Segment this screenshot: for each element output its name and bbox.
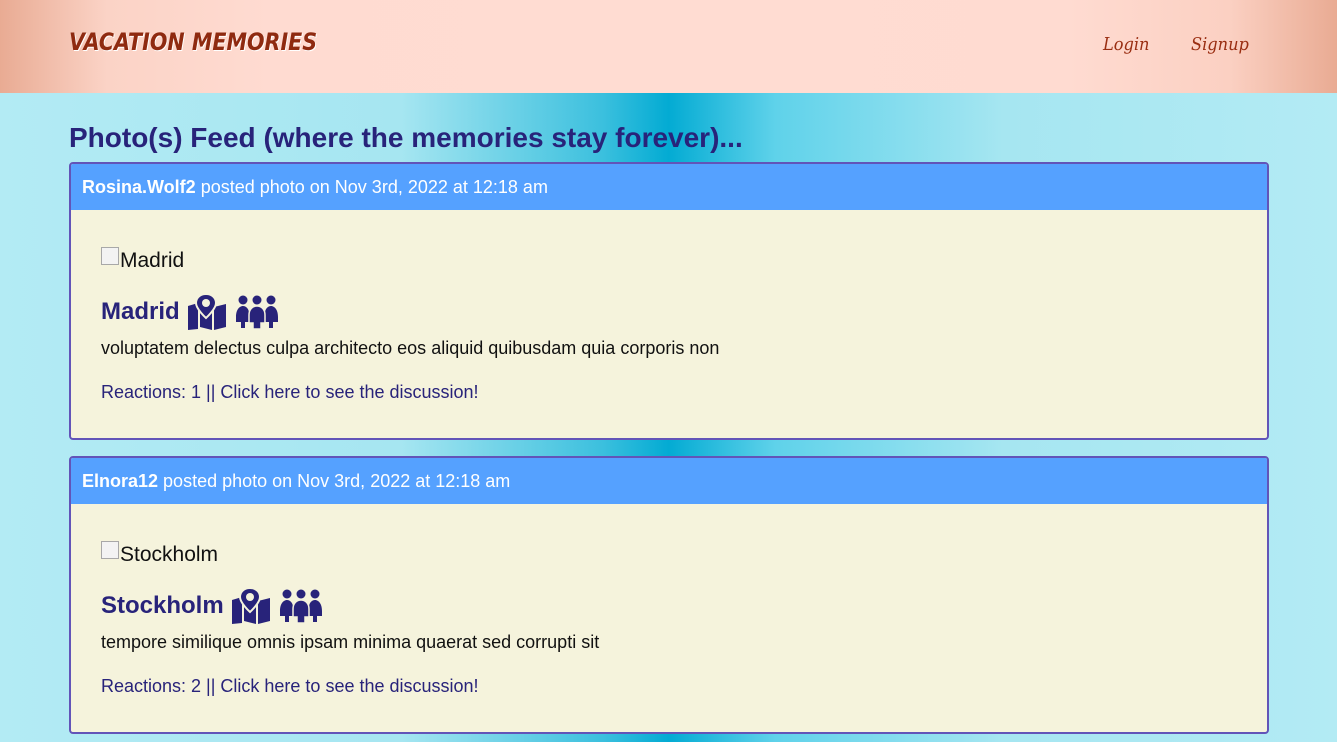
post-reactions-link[interactable]: Reactions: 1 || Click here to see the di…: [101, 382, 1237, 403]
post-place-name: Stockholm: [101, 592, 224, 619]
post-username[interactable]: Elnora12: [82, 471, 158, 491]
post-username[interactable]: Rosina.Wolf2: [82, 177, 196, 197]
post-image-alt: Stockholm: [120, 543, 219, 566]
brand-logo[interactable]: VACATION MEMORIES: [69, 28, 317, 56]
post-meta: posted photo on Nov 3rd, 2022 at 12:18 a…: [158, 471, 511, 491]
people-group-icon: [234, 295, 280, 329]
post-image[interactable]: Madrid: [101, 247, 1237, 274]
post-description: tempore similique omnis ipsam minima qua…: [101, 632, 600, 652]
post-place-title: Madrid: [101, 294, 1237, 330]
people-group-icon: [278, 589, 324, 623]
post-image[interactable]: Stockholm: [101, 541, 1237, 568]
post-place-title: Stockholm: [101, 588, 1237, 624]
page-title: Photo(s) Feed (where the memories stay f…: [69, 122, 743, 153]
site-header: VACATION MEMORIES Login Signup: [0, 0, 1337, 93]
login-link[interactable]: Login: [1103, 34, 1150, 55]
post-body: Madrid Madrid voluptatem delectus culpa …: [71, 210, 1267, 403]
post-card: Rosina.Wolf2 posted photo on Nov 3rd, 20…: [69, 162, 1269, 440]
post-image-alt: Madrid: [120, 249, 185, 272]
post-header: Rosina.Wolf2 posted photo on Nov 3rd, 20…: [71, 164, 1267, 210]
post-meta: posted photo on Nov 3rd, 2022 at 12:18 a…: [195, 177, 548, 197]
post-reactions-link[interactable]: Reactions: 2 || Click here to see the di…: [101, 676, 1237, 697]
broken-image-icon: [101, 541, 119, 559]
post-card: Elnora12 posted photo on Nov 3rd, 2022 a…: [69, 456, 1269, 734]
map-location-icon: [230, 588, 272, 624]
post-description: voluptatem delectus culpa architecto eos…: [101, 338, 720, 358]
post-header: Elnora12 posted photo on Nov 3rd, 2022 a…: [71, 458, 1267, 504]
signup-link[interactable]: Signup: [1191, 34, 1249, 55]
post-place-name: Madrid: [101, 298, 180, 325]
map-location-icon: [186, 294, 228, 330]
broken-image-icon: [101, 247, 119, 265]
post-body: Stockholm Stockholm tempore similique om…: [71, 504, 1267, 697]
